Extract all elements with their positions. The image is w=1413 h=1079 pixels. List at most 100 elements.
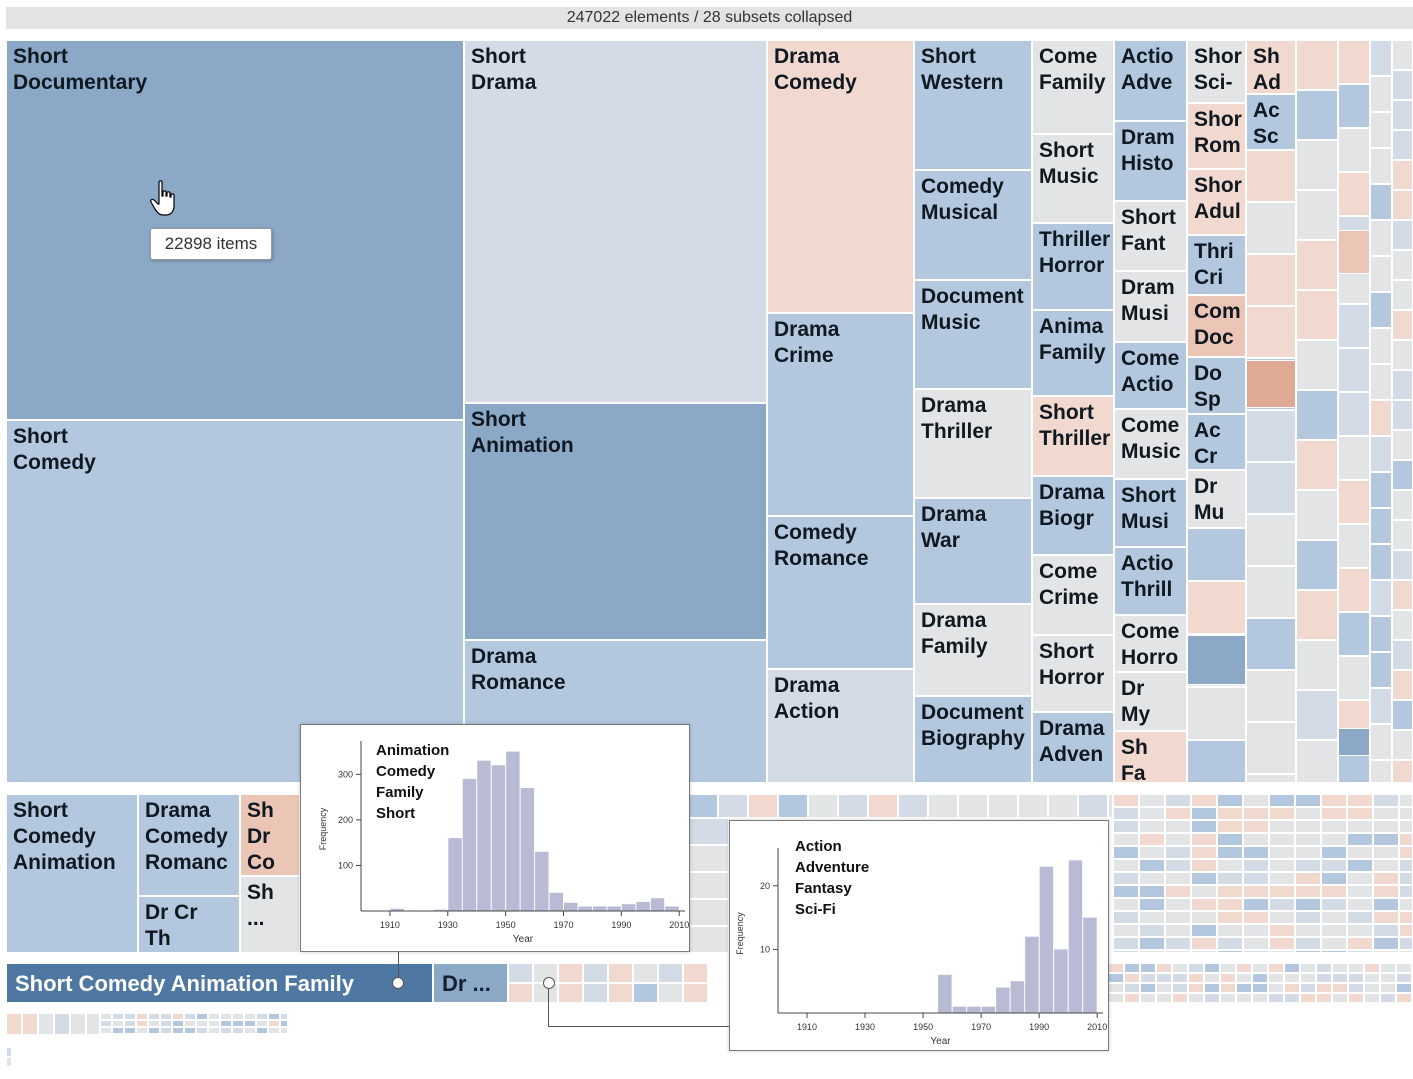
collapsed-subset-cell[interactable] <box>184 1027 196 1034</box>
collapsed-subset-cell[interactable] <box>1348 973 1364 983</box>
collapsed-subset-cell[interactable] <box>1048 794 1078 818</box>
collapsed-subset-cell[interactable] <box>1316 963 1332 973</box>
collapsed-subset-cell[interactable] <box>1295 898 1321 911</box>
collapsed-subset-cell[interactable] <box>1295 833 1321 846</box>
collapsed-subset-cell[interactable] <box>1370 256 1392 292</box>
collapsed-subset-cell[interactable] <box>1300 993 1316 1003</box>
collapsed-subset-cell[interactable] <box>1296 740 1338 783</box>
collapsed-subset-cell[interactable] <box>1217 846 1243 859</box>
treemap-tile[interactable]: Drama Comedy Romanc <box>138 794 240 896</box>
treemap-tile[interactable]: Drama Crime <box>767 313 914 516</box>
collapsed-subset-cell[interactable] <box>1370 544 1392 580</box>
collapsed-subset-cell[interactable] <box>1217 859 1243 872</box>
treemap-tile[interactable]: Dram Musi <box>1114 271 1187 342</box>
popup2-anchor-dot[interactable] <box>543 977 555 989</box>
collapsed-subset-cell[interactable] <box>1191 924 1217 937</box>
collapsed-subset-cell[interactable] <box>1373 807 1399 820</box>
collapsed-subset-cell[interactable] <box>1373 911 1399 924</box>
collapsed-subset-cell[interactable] <box>1370 184 1392 220</box>
collapsed-subset-cell[interactable] <box>1321 820 1347 833</box>
collapsed-subset-cell[interactable] <box>1348 983 1364 993</box>
collapsed-subset-cell[interactable] <box>1295 820 1321 833</box>
collapsed-subset-cell[interactable] <box>184 1013 196 1020</box>
treemap-tile[interactable]: Sh Dr Co <box>240 794 300 876</box>
treemap-tile[interactable]: Come Music <box>1114 409 1187 479</box>
collapsed-subset-cell[interactable] <box>1187 528 1246 581</box>
collapsed-subset-cell[interactable] <box>1124 993 1140 1003</box>
collapsed-subset-cell[interactable] <box>1399 885 1413 898</box>
collapsed-subset-cell[interactable] <box>1139 937 1165 950</box>
collapsed-subset-cell[interactable] <box>688 818 729 845</box>
collapsed-subset-cell[interactable] <box>1243 872 1269 885</box>
collapsed-subset-cell[interactable] <box>1113 833 1139 846</box>
collapsed-subset-cell[interactable] <box>1236 993 1252 1003</box>
collapsed-subset-cell[interactable] <box>1124 983 1140 993</box>
treemap-tile[interactable]: Do Sp <box>1187 357 1246 414</box>
collapsed-subset-cell[interactable] <box>1399 872 1413 885</box>
collapsed-subset-cell[interactable] <box>1204 993 1220 1003</box>
collapsed-subset-cell[interactable] <box>1332 993 1348 1003</box>
collapsed-subset-cell[interactable] <box>1321 846 1347 859</box>
collapsed-subset-cell[interactable] <box>1113 794 1139 807</box>
collapsed-subset-cell[interactable] <box>1392 490 1413 520</box>
collapsed-subset-cell[interactable] <box>1396 963 1412 973</box>
collapsed-subset-cell[interactable] <box>1243 846 1269 859</box>
collapsed-subset-cell[interactable] <box>1370 220 1392 256</box>
collapsed-subset-cell[interactable] <box>1284 983 1300 993</box>
collapsed-subset-cell[interactable] <box>148 1013 160 1020</box>
collapsed-subset-cell[interactable] <box>1296 440 1338 490</box>
collapsed-subset-cell[interactable] <box>1172 963 1188 973</box>
collapsed-subset-cell[interactable] <box>1392 610 1413 640</box>
collapsed-subset-cell[interactable] <box>1347 924 1373 937</box>
collapsed-subset-cell[interactable] <box>1217 911 1243 924</box>
collapsed-subset-cell[interactable] <box>1338 392 1370 436</box>
collapsed-subset-cell[interactable] <box>1243 950 1269 953</box>
collapsed-subset-cell[interactable] <box>1236 973 1252 983</box>
collapsed-subset-cell[interactable] <box>1165 794 1191 807</box>
collapsed-subset-cell[interactable] <box>148 1020 160 1027</box>
collapsed-subset-cell[interactable] <box>1296 640 1338 690</box>
collapsed-subset-cell[interactable] <box>688 872 729 899</box>
collapsed-subset-cell[interactable] <box>1321 924 1347 937</box>
collapsed-subset-cell[interactable] <box>1156 993 1172 1003</box>
collapsed-subset-cell[interactable] <box>1300 983 1316 993</box>
collapsed-subset-cell[interactable] <box>1370 760 1392 783</box>
collapsed-subset-cell[interactable] <box>1392 70 1413 100</box>
collapsed-subset-cell[interactable] <box>244 1027 256 1034</box>
collapsed-subset-cell[interactable] <box>1370 688 1392 724</box>
collapsed-subset-cell[interactable] <box>1373 859 1399 872</box>
collapsed-subset-cell[interactable] <box>1246 150 1296 202</box>
collapsed-subset-cell[interactable] <box>1252 973 1268 983</box>
collapsed-subset-cell[interactable] <box>583 983 608 1003</box>
collapsed-subset-cell[interactable] <box>748 794 778 818</box>
collapsed-subset-cell[interactable] <box>1399 794 1413 807</box>
collapsed-subset-cell[interactable] <box>1316 983 1332 993</box>
collapsed-subset-cell[interactable] <box>1139 898 1165 911</box>
collapsed-subset-cell[interactable] <box>1188 983 1204 993</box>
collapsed-subset-cell[interactable] <box>1269 859 1295 872</box>
collapsed-subset-cell[interactable] <box>1108 973 1124 983</box>
collapsed-subset-cell[interactable] <box>1373 872 1399 885</box>
collapsed-subset-cell[interactable] <box>1399 859 1413 872</box>
collapsed-subset-cell[interactable] <box>1295 885 1321 898</box>
collapsed-subset-cell[interactable] <box>1243 794 1269 807</box>
collapsed-subset-cell[interactable] <box>1347 885 1373 898</box>
collapsed-subset-cell[interactable] <box>1338 230 1370 274</box>
collapsed-subset-cell[interactable] <box>1220 973 1236 983</box>
collapsed-subset-cell[interactable] <box>1113 937 1139 950</box>
collapsed-subset-cell[interactable] <box>1338 172 1370 216</box>
collapsed-subset-cell[interactable] <box>1243 898 1269 911</box>
collapsed-subset-cell[interactable] <box>22 1013 38 1035</box>
treemap-tile[interactable]: Short Musi <box>1114 479 1187 547</box>
collapsed-subset-cell[interactable] <box>1338 656 1370 700</box>
collapsed-subset-cell[interactable] <box>112 1020 124 1027</box>
collapsed-subset-cell[interactable] <box>1392 280 1413 310</box>
collapsed-subset-cell[interactable] <box>268 1027 280 1034</box>
collapsed-subset-cell[interactable] <box>1370 112 1392 148</box>
collapsed-subset-cell[interactable] <box>1113 872 1139 885</box>
collapsed-subset-cell[interactable] <box>1295 807 1321 820</box>
collapsed-subset-cell[interactable] <box>280 1027 288 1034</box>
collapsed-subset-cell[interactable] <box>1246 566 1296 618</box>
collapsed-subset-cell[interactable] <box>1296 90 1338 140</box>
collapsed-subset-cell[interactable] <box>1187 635 1246 685</box>
